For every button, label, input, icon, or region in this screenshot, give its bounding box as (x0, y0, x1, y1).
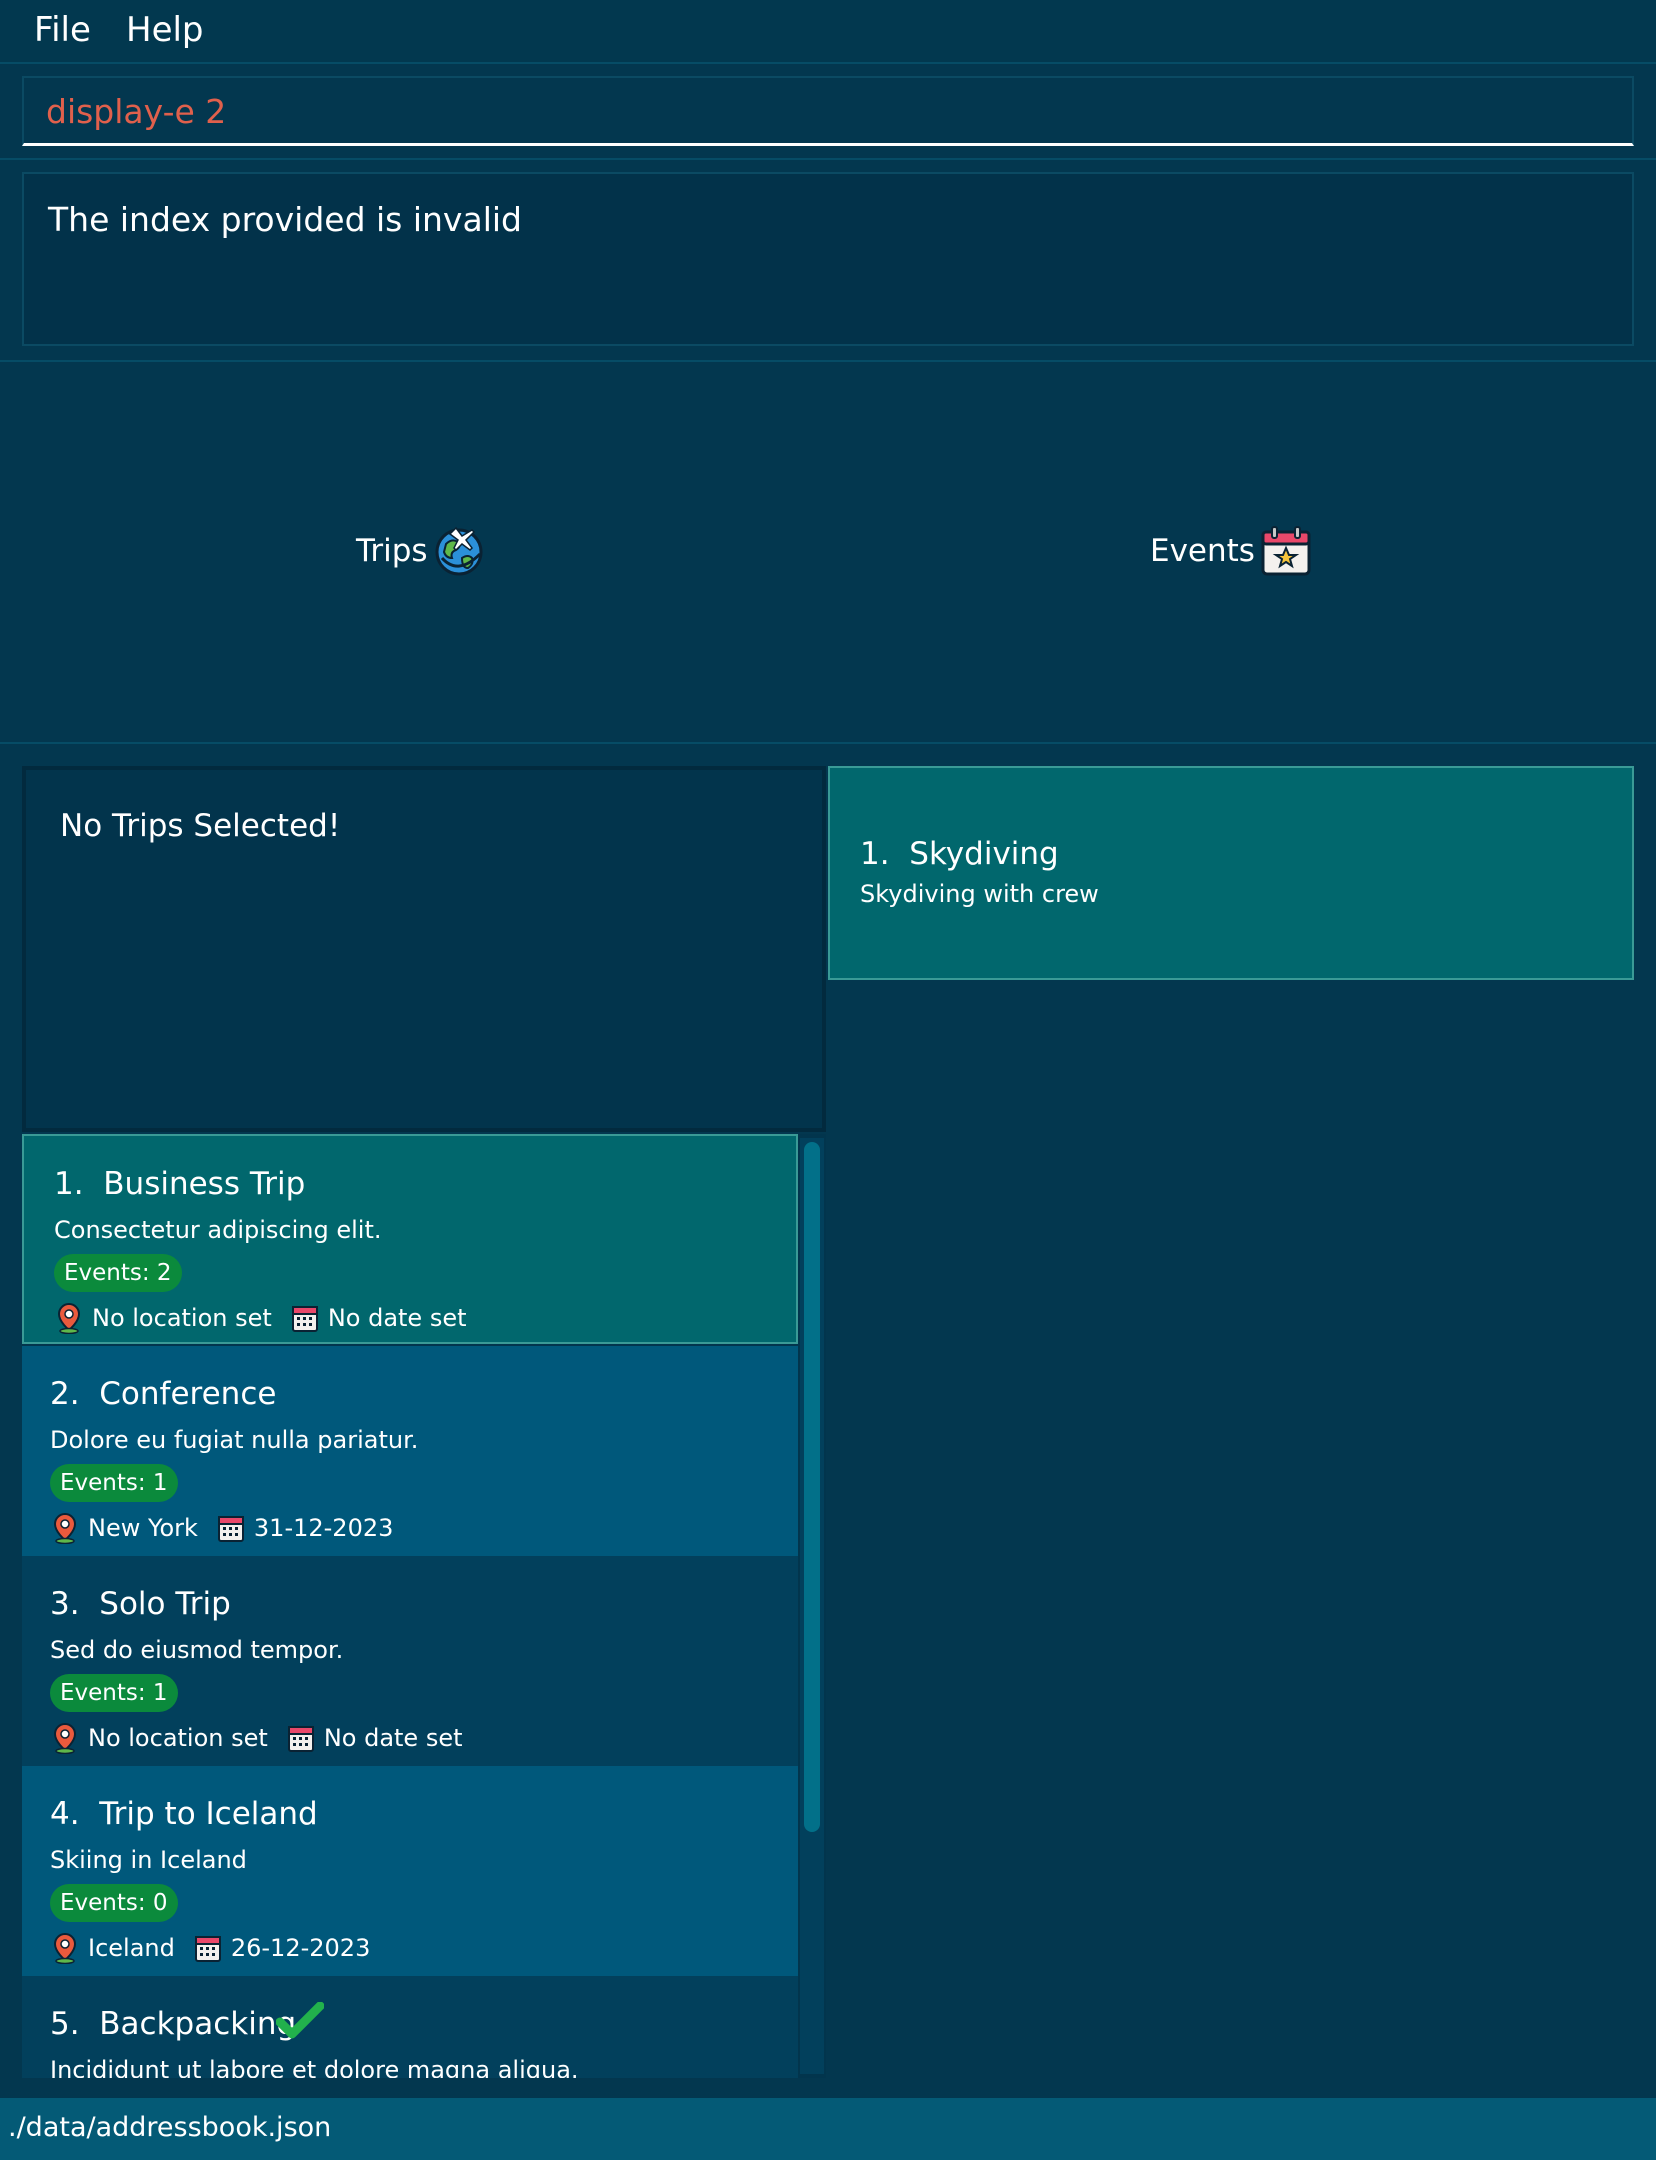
trip-description: Sed do eiusmod tempor. (50, 1636, 344, 1664)
menu-help[interactable]: Help (126, 10, 204, 50)
selected-trip-panel: No Trips Selected! (22, 766, 826, 1132)
event-count-badge: Events: 1 (50, 1464, 178, 1502)
trip-description: Incididunt ut labore et dolore magna ali… (50, 2056, 579, 2078)
trip-card[interactable]: 1. Business Trip Consectetur adipiscing … (22, 1134, 798, 1344)
trip-meta: No location set No date set (50, 1720, 481, 1756)
location-pin-icon (53, 1722, 77, 1754)
event-title: 1. Skydiving (860, 836, 1059, 872)
status-file-path: ./data/addressbook.json (8, 2112, 332, 2143)
trip-title: 3. Solo Trip (50, 1586, 231, 1622)
menu-file[interactable]: File (34, 10, 91, 50)
trip-card[interactable]: 2. Conference Dolore eu fugiat nulla par… (22, 1346, 798, 1556)
event-count-badge: Events: 0 (50, 1884, 178, 1922)
result-area: The index provided is invalid (0, 160, 1656, 362)
event-count-badge: Events: 2 (54, 1254, 182, 1292)
tab-events-label: Events (1150, 533, 1255, 569)
command-box (22, 76, 1634, 146)
event-description: Skydiving with crew (860, 880, 1099, 908)
calendar-icon (194, 1936, 221, 1962)
trip-title: 4. Trip to Iceland (50, 1796, 318, 1832)
trip-date: No date set (323, 1724, 463, 1752)
trip-date: No date set (327, 1304, 467, 1332)
calendar-star-icon (1259, 524, 1313, 578)
menu-bar: File Help (0, 0, 1656, 64)
result-message: The index provided is invalid (48, 200, 522, 239)
scrollbar-thumb[interactable] (804, 1142, 820, 1832)
status-bar: ./data/addressbook.json (0, 2098, 1656, 2160)
tab-header: Trips Events (0, 362, 1656, 744)
trip-date: 26-12-2023 (230, 1934, 371, 1962)
trip-card[interactable]: 4. Trip to Iceland Skiing in Iceland Eve… (22, 1766, 798, 1976)
selected-trip-message: No Trips Selected! (60, 808, 341, 844)
trip-description: Dolore eu fugiat nulla pariatur. (50, 1426, 419, 1454)
trip-location: No location set (88, 1724, 268, 1752)
trip-card[interactable]: 3. Solo Trip Sed do eiusmod tempor. Even… (22, 1556, 798, 1766)
trip-list[interactable]: 1. Business Trip Consectetur adipiscing … (22, 1134, 826, 2078)
tab-trips-label: Trips (356, 533, 428, 569)
checkmark-icon (276, 2002, 324, 2039)
trip-title: 2. Conference (50, 1376, 277, 1412)
trip-date: 31-12-2023 (253, 1514, 394, 1542)
calendar-icon (291, 1306, 318, 1332)
trip-location: New York (88, 1514, 198, 1542)
command-area (0, 64, 1656, 160)
trip-list-scrollbar[interactable] (800, 1138, 824, 2074)
trip-description: Skiing in Iceland (50, 1846, 247, 1874)
trip-meta: No location set No date set (54, 1300, 485, 1336)
trip-location: Iceland (88, 1934, 175, 1962)
tab-trips[interactable]: Trips (356, 524, 486, 578)
trip-title: 5. Backpacking (50, 2006, 297, 2042)
trip-description: Consectetur adipiscing elit. (54, 1216, 382, 1244)
event-count-badge: Events: 1 (50, 1674, 178, 1712)
tab-events[interactable]: Events (1150, 524, 1313, 578)
location-pin-icon (53, 1512, 77, 1544)
trip-card[interactable]: 5. Backpacking Incididunt ut labore et d… (22, 1976, 798, 2078)
location-pin-icon (53, 1932, 77, 1964)
trip-title: 1. Business Trip (54, 1166, 306, 1202)
trip-location: No location set (92, 1304, 272, 1332)
globe-plane-icon (432, 524, 486, 578)
calendar-icon (217, 1516, 244, 1542)
location-pin-icon (57, 1302, 81, 1334)
trip-meta: New York 31-12-2023 (50, 1510, 411, 1546)
calendar-icon (287, 1726, 314, 1752)
trip-meta: Iceland 26-12-2023 (50, 1930, 388, 1966)
event-card[interactable]: 1. Skydiving Skydiving with crew (828, 766, 1634, 980)
command-input[interactable] (46, 90, 1606, 132)
result-display[interactable]: The index provided is invalid (22, 172, 1634, 346)
